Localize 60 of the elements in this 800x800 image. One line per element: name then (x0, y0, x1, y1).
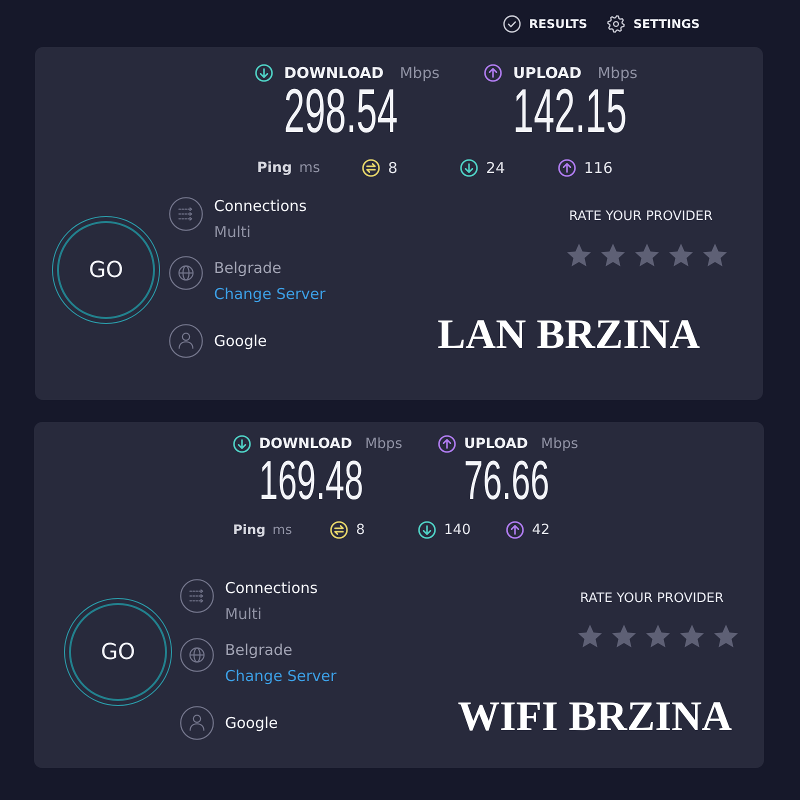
go-button[interactable]: GO (52, 216, 160, 324)
speed-label: DOWNLOAD (284, 64, 384, 82)
star-icon[interactable] (714, 624, 738, 648)
star-icon[interactable] (669, 243, 693, 267)
person-icon (169, 324, 203, 358)
ping-value: 42 (532, 522, 550, 538)
ping-value: 24 (486, 159, 506, 177)
change-server-link[interactable]: Change Server (214, 281, 326, 307)
change-server-link[interactable]: Change Server (225, 663, 336, 689)
provider-name: Google (214, 331, 267, 352)
swap-arrows-icon (362, 159, 380, 177)
speed-value: 76.66 (464, 458, 550, 502)
ping-value: 8 (388, 159, 398, 177)
detail-value: Multi (214, 222, 252, 243)
speed-label: UPLOAD (513, 64, 582, 82)
star-icon[interactable] (680, 624, 704, 648)
unit-label: Mbps (598, 64, 638, 82)
ping-value: 116 (584, 159, 613, 177)
speed-value: 142.15 (513, 87, 627, 137)
nav-link[interactable]: SETTINGS (607, 14, 700, 32)
rate-title: RATE YOUR PROVIDER (569, 208, 714, 226)
nav-link[interactable]: RESULTS (503, 14, 588, 32)
swap-arrows-icon (330, 521, 348, 539)
speed-value: 169.48 (259, 458, 364, 502)
detail-title: Connections (225, 578, 318, 599)
speed-label: UPLOAD (464, 436, 528, 452)
unit-label: ms (299, 160, 320, 176)
overlay-title: WIFI BRZINA (458, 694, 732, 740)
dashed-arrows-icon (180, 579, 214, 613)
ping-value: 140 (444, 522, 471, 538)
speed-value: 298.54 (284, 87, 398, 137)
unit-label: Mbps (541, 436, 578, 452)
speed-label: DOWNLOAD (259, 436, 352, 452)
star-icon[interactable] (703, 243, 727, 267)
overlay-title: LAN BRZINA (437, 312, 700, 358)
unit-label: Mbps (400, 64, 440, 82)
rate-title: RATE YOUR PROVIDER (580, 590, 725, 608)
star-icon[interactable] (635, 243, 659, 267)
star-icon[interactable] (601, 243, 625, 267)
unit-label: ms (272, 522, 292, 538)
server-location: Belgrade (214, 258, 282, 279)
unit-label: Mbps (365, 436, 402, 452)
gear-icon (607, 14, 626, 32)
globe-icon (180, 638, 214, 672)
dashed-arrows-icon (169, 197, 203, 231)
ping-label: Ping (257, 160, 292, 176)
go-button[interactable]: GO (64, 598, 172, 706)
detail-value: Multi (225, 604, 263, 625)
ping-value: 8 (356, 522, 365, 538)
globe-icon (169, 256, 203, 290)
star-icon[interactable] (578, 624, 602, 648)
server-location: Belgrade (225, 640, 294, 661)
check-circle-icon (503, 14, 521, 32)
ping-label: Ping (233, 522, 266, 538)
detail-title: Connections (214, 196, 307, 217)
provider-name: Google (225, 713, 278, 734)
star-icon[interactable] (612, 624, 636, 648)
star-icon[interactable] (567, 243, 591, 267)
star-icon[interactable] (646, 624, 670, 648)
person-icon (180, 706, 214, 740)
